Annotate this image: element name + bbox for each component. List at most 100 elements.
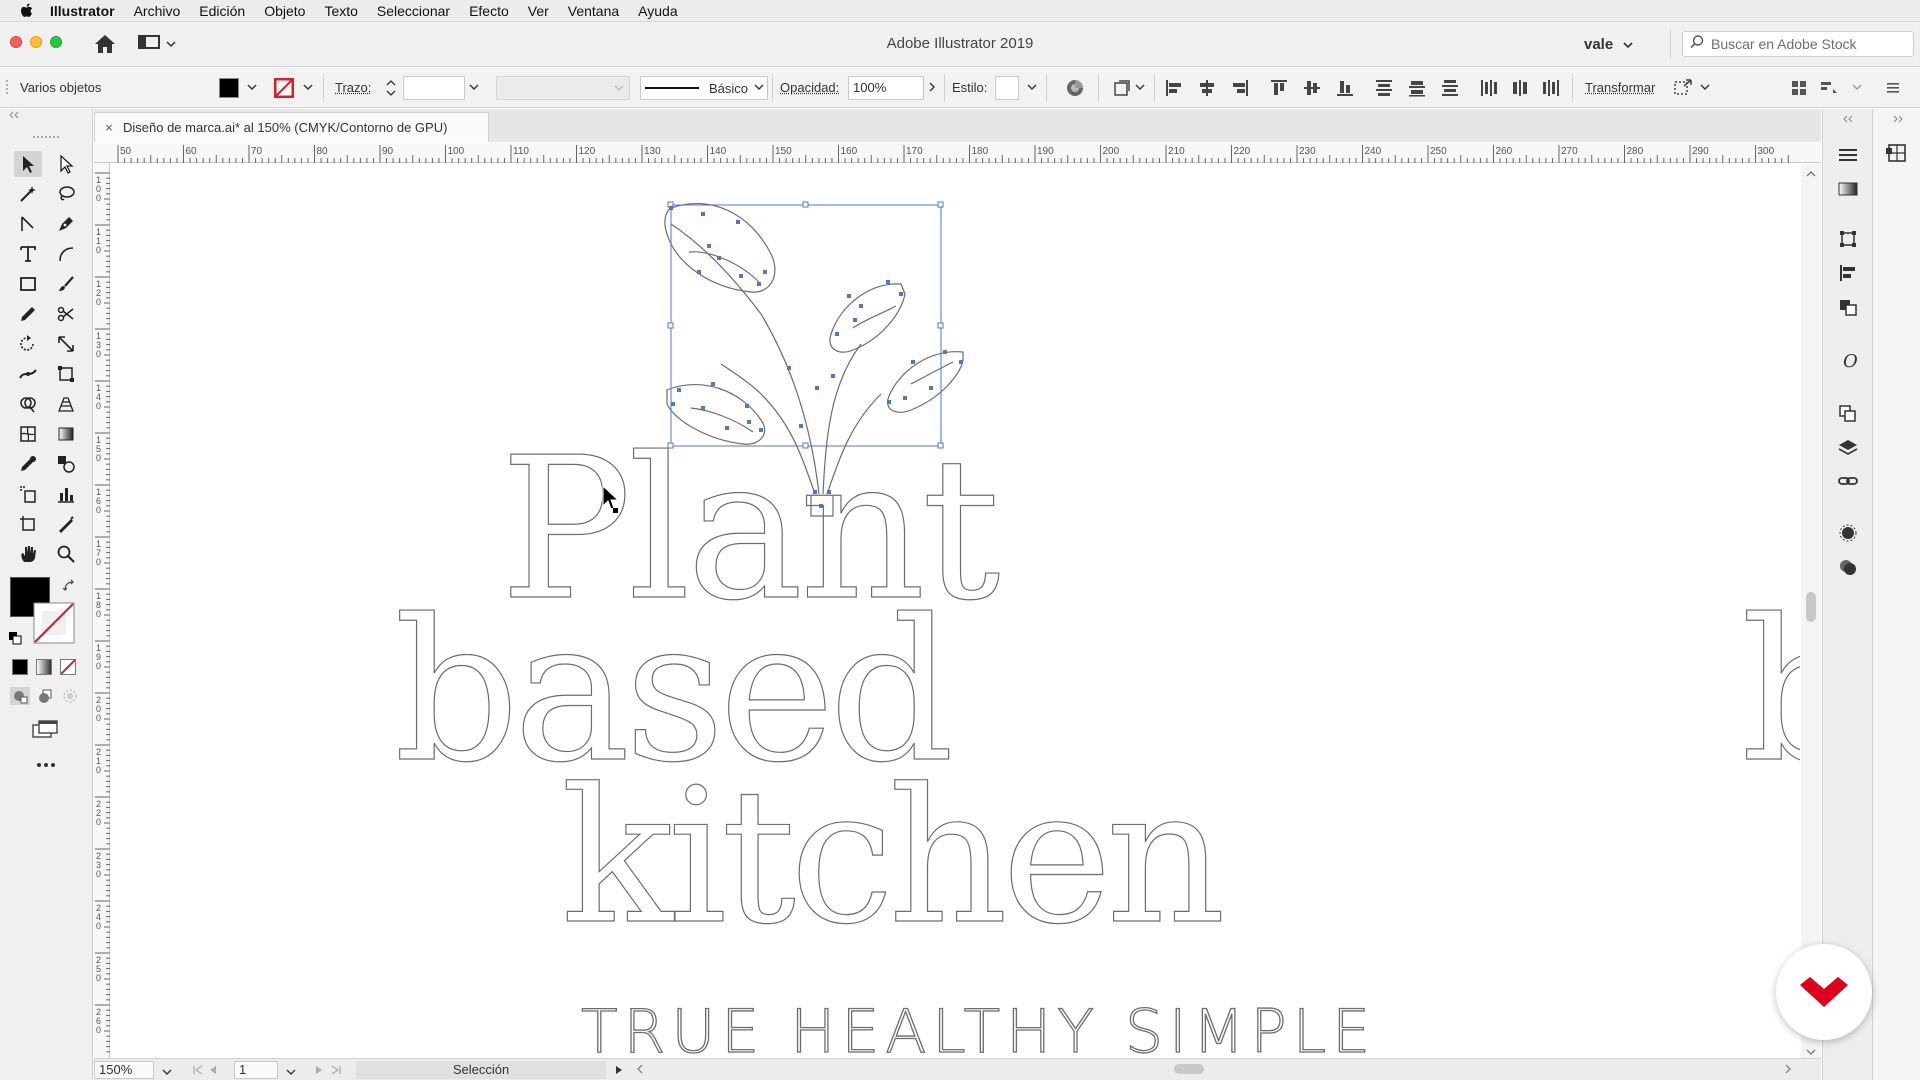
paintbrush-tool-icon[interactable] [52,271,80,297]
opacity-chevron-right-icon[interactable] [925,76,939,98]
direct-selection-tool-icon[interactable] [52,151,80,177]
next-artboard-icon[interactable] [314,1063,324,1078]
eyedropper-tool-icon[interactable] [14,451,42,477]
artboard-number-field[interactable]: 1 [234,1061,278,1079]
menu-ventana[interactable]: Ventana [568,3,619,19]
align-right-icon[interactable] [1228,76,1252,100]
appearance-panel-icon[interactable] [1835,521,1861,545]
align-top-icon[interactable] [1267,76,1291,100]
zoom-tool-icon[interactable] [52,541,80,567]
draw-behind-icon[interactable] [36,687,56,705]
zoom-chevron-icon[interactable] [162,1064,172,1079]
home-icon[interactable] [92,32,118,56]
status-menu-arrow-icon[interactable] [614,1063,624,1078]
anchor-point-tool-icon[interactable] [14,211,42,237]
opacity-field[interactable]: 100% [848,76,924,100]
plant-illustration-selected[interactable] [111,164,1812,1058]
edit-toolbar-more-icon[interactable] [34,757,58,767]
close-tab-icon[interactable]: × [95,120,123,135]
menu-objeto[interactable]: Objeto [264,3,305,19]
align-vertical-center-icon[interactable] [1300,76,1324,100]
layers-panel-icon[interactable] [1835,435,1861,459]
first-artboard-icon[interactable] [192,1063,204,1078]
recolor-artwork-icon[interactable] [1063,76,1087,100]
stroke-weight-stepper[interactable] [382,76,400,100]
distribute-right-icon[interactable] [1539,76,1563,100]
lasso-tool-icon[interactable] [52,181,80,207]
swap-fill-stroke-icon[interactable] [62,579,76,593]
column-graph-tool-icon[interactable] [52,481,80,507]
distribute-horizontal-center-icon[interactable] [1508,76,1532,100]
libraries-panel-icon[interactable] [1883,141,1911,167]
magic-wand-tool-icon[interactable] [14,181,42,207]
brush-definition-select[interactable]: Básico [640,76,768,100]
window-zoom-button[interactable] [50,36,62,48]
align-horizontal-center-icon[interactable] [1195,76,1219,100]
gradient-tool-icon[interactable] [52,421,80,447]
opentype-panel-icon[interactable]: O [1835,349,1861,373]
adobe-stock-search[interactable] [1682,31,1914,57]
align-bottom-icon[interactable] [1333,76,1357,100]
variable-width-profile-select[interactable] [496,76,630,100]
control-bar-grip[interactable] [4,78,10,98]
opacity-label[interactable]: Opacidad: [780,80,839,95]
previous-artboard-icon[interactable] [208,1063,218,1078]
scroll-down-chevron-icon[interactable] [1805,1044,1817,1055]
distribute-vertical-center-icon[interactable] [1405,76,1429,100]
stroke-weight-dropdown-chevron-icon[interactable] [467,76,481,98]
distribute-top-icon[interactable] [1372,76,1396,100]
stroke-color-swatch[interactable] [32,601,76,645]
artboards-panel-icon[interactable] [1835,401,1861,425]
align-panel-icon[interactable] [1835,261,1861,285]
rectangle-tool-icon[interactable] [14,271,42,297]
pen-tool-icon[interactable] [52,211,80,237]
zoom-level-field[interactable]: 150% [94,1061,154,1079]
panel-options-chevron-icon[interactable] [1850,76,1864,98]
pathfinder-panel-icon[interactable] [1835,295,1861,319]
slice-tool-icon[interactable] [52,511,80,537]
distribute-left-icon[interactable] [1477,76,1501,100]
width-tool-icon[interactable] [14,361,42,387]
user-menu[interactable]: vale [1584,33,1654,55]
status-tool-label[interactable]: Selección [356,1061,606,1079]
fill-swatch[interactable] [219,78,239,98]
rotate-tool-icon[interactable] [14,331,42,357]
vertical-scrollbar[interactable] [1801,164,1821,1058]
document-tab[interactable]: × Diseño de marca.ai* al 150% (CMYK/Cont… [94,112,489,142]
mesh-tool-icon[interactable] [14,421,42,447]
brush-dropdown-chevron-icon[interactable] [752,76,766,98]
align-to-chevron-icon[interactable] [1133,76,1147,98]
arc-tool-icon[interactable] [52,241,80,267]
color-mode-button[interactable] [12,659,28,675]
default-fill-stroke-icon[interactable] [8,631,22,645]
type-tool-icon[interactable] [14,241,42,267]
artboard-canvas[interactable]: Plant based kitchen TRUE HEALTHY SIMPLE … [111,164,1812,1058]
menu-ayuda[interactable]: Ayuda [638,3,677,19]
dock-collapse-icon[interactable] [1841,111,1855,123]
pencil-tool-icon[interactable] [14,301,42,327]
symbol-sprayer-tool-icon[interactable] [14,481,42,507]
draw-normal-icon[interactable] [10,687,30,705]
transform-link[interactable]: Transformar [1585,80,1655,95]
distribute-bottom-icon[interactable] [1438,76,1462,100]
workspace-switcher-button[interactable] [138,32,186,56]
stock-search-input[interactable] [1711,36,1901,52]
stroke-weight-label[interactable]: Trazo: [335,80,371,95]
vertical-ruler[interactable]: 1001101201301401501601701801902002102202… [94,163,110,1058]
free-transform-tool-icon[interactable] [52,361,80,387]
transform-panel-icon[interactable] [1835,227,1861,251]
hand-tool-icon[interactable] [14,541,42,567]
vertical-scroll-thumb[interactable] [1806,592,1816,622]
scissors-tool-icon[interactable] [52,301,80,327]
fill-dropdown-chevron-icon[interactable] [245,76,259,98]
horizontal-scrollbar[interactable] [634,1061,1814,1077]
transparency-panel-icon[interactable] [1835,555,1861,579]
scale-tool-icon[interactable] [52,331,80,357]
align-left-icon[interactable] [1162,76,1186,100]
window-close-button[interactable] [10,36,22,48]
shape-builder-tool-icon[interactable] [14,391,42,417]
gradient-mode-button[interactable] [36,659,52,675]
links-panel-icon[interactable] [1835,469,1861,493]
properties-panel-icon[interactable] [1835,143,1861,167]
menu-ver[interactable]: Ver [528,3,549,19]
